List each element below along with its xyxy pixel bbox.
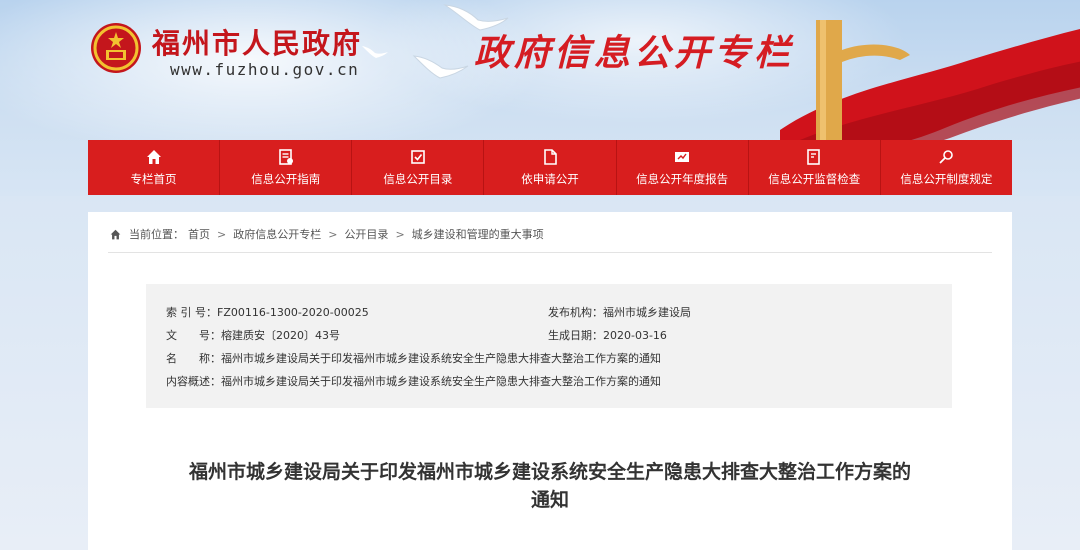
content-panel: 当前位置： 首页 > 政府信息公开专栏 > 公开目录 > 城乡建设和管理的重大事… — [88, 212, 1012, 550]
inspection-icon — [807, 148, 821, 165]
site-url: www.fuzhou.gov.cn — [170, 60, 360, 79]
home-icon — [110, 229, 121, 239]
breadcrumb-link-catalog[interactable]: 公开目录 — [344, 226, 388, 242]
meta-summary-label: 内容概述： — [166, 375, 221, 388]
divider — [108, 252, 992, 253]
breadcrumb-separator: > — [395, 227, 405, 241]
breadcrumb-separator: > — [217, 227, 227, 241]
nav-label: 信息公开目录 — [383, 171, 453, 186]
dove-icon — [412, 55, 469, 79]
meta-publisher: 发布机构：福州市城乡建设局 — [548, 304, 691, 320]
document-title-line1: 福州市城乡建设局关于印发福州市城乡建设系统安全生产隐患大排查大整治工作方案的 — [188, 461, 911, 483]
nav-label: 信息公开制度规定 — [900, 171, 993, 186]
column-title: 政府信息公开专栏 — [474, 33, 795, 74]
breadcrumb-link-category[interactable]: 城乡建设和管理的重大事项 — [412, 226, 544, 242]
catalog-icon — [411, 149, 425, 164]
dove-icon — [362, 46, 388, 58]
nav-label: 专栏首页 — [130, 171, 177, 186]
national-emblem-icon — [91, 23, 141, 73]
regulation-icon — [939, 149, 954, 164]
nav-item-apply[interactable]: 依申请公开 — [484, 140, 617, 195]
nav-label: 信息公开年度报告 — [636, 171, 729, 186]
document-title: 福州市城乡建设局关于印发福州市城乡建设系统安全生产隐患大排查大整治工作方案的 通… — [88, 458, 1012, 514]
nav-label: 信息公开指南 — [251, 171, 321, 186]
breadcrumb: 当前位置： 首页 > 政府信息公开专栏 > 公开目录 > 城乡建设和管理的重大事… — [110, 226, 544, 242]
meta-summary: 内容概述：福州市城乡建设局关于印发福州市城乡建设系统安全生产隐患大排查大整治工作… — [166, 373, 661, 389]
main-nav: 专栏首页 信息公开指南 信息公开目录 依申请公开 信息公开年度报告 信息公开监督… — [88, 140, 1012, 195]
document-title-line2: 通知 — [530, 489, 569, 511]
site-name: 福州市人民政府 — [152, 27, 363, 60]
meta-index-value: FZ00116-1300-2020-00025 — [217, 306, 369, 319]
nav-item-annual-report[interactable]: 信息公开年度报告 — [617, 140, 749, 195]
meta-date: 生成日期：2020-03-16 — [548, 327, 667, 343]
meta-name: 名 称：福州市城乡建设局关于印发福州市城乡建设系统安全生产隐患大排查大整治工作方… — [166, 350, 661, 366]
breadcrumb-link-column[interactable]: 政府信息公开专栏 — [233, 226, 321, 242]
breadcrumb-separator: > — [328, 227, 338, 241]
nav-item-guide[interactable]: 信息公开指南 — [220, 140, 353, 195]
nav-label: 信息公开监督检查 — [768, 171, 861, 186]
meta-summary-value: 福州市城乡建设局关于印发福州市城乡建设系统安全生产隐患大排查大整治工作方案的通知 — [221, 375, 661, 388]
document-icon — [544, 148, 557, 165]
report-icon — [675, 151, 690, 162]
meta-name-value: 福州市城乡建设局关于印发福州市城乡建设系统安全生产隐患大排查大整治工作方案的通知 — [221, 352, 661, 365]
nav-item-regulation[interactable]: 信息公开制度规定 — [881, 140, 1012, 195]
meta-index: 索 引 号：FZ00116-1300-2020-00025 — [166, 304, 369, 320]
meta-index-label: 索 引 号： — [166, 306, 217, 319]
meta-docno: 文 号：榕建质安〔2020〕43号 — [166, 327, 340, 343]
meta-date-label: 生成日期： — [548, 329, 603, 342]
meta-date-value: 2020-03-16 — [603, 329, 667, 342]
document-metadata: 索 引 号：FZ00116-1300-2020-00025 发布机构：福州市城乡… — [146, 284, 952, 408]
meta-publisher-value: 福州市城乡建设局 — [603, 306, 691, 319]
meta-publisher-label: 发布机构： — [548, 306, 603, 319]
breadcrumb-prefix: 当前位置： — [129, 228, 184, 241]
nav-label: 依申请公开 — [521, 171, 579, 186]
breadcrumb-link-home[interactable]: 首页 — [188, 226, 210, 242]
meta-docno-label: 文 号： — [166, 329, 221, 342]
home-icon — [146, 149, 161, 164]
meta-name-label: 名 称： — [166, 352, 221, 365]
nav-item-home[interactable]: 专栏首页 — [88, 140, 221, 195]
nav-item-catalog[interactable]: 信息公开目录 — [352, 140, 485, 195]
meta-docno-value: 榕建质安〔2020〕43号 — [221, 329, 340, 342]
nav-item-inspection[interactable]: 信息公开监督检查 — [749, 140, 881, 195]
guide-icon — [278, 148, 293, 165]
